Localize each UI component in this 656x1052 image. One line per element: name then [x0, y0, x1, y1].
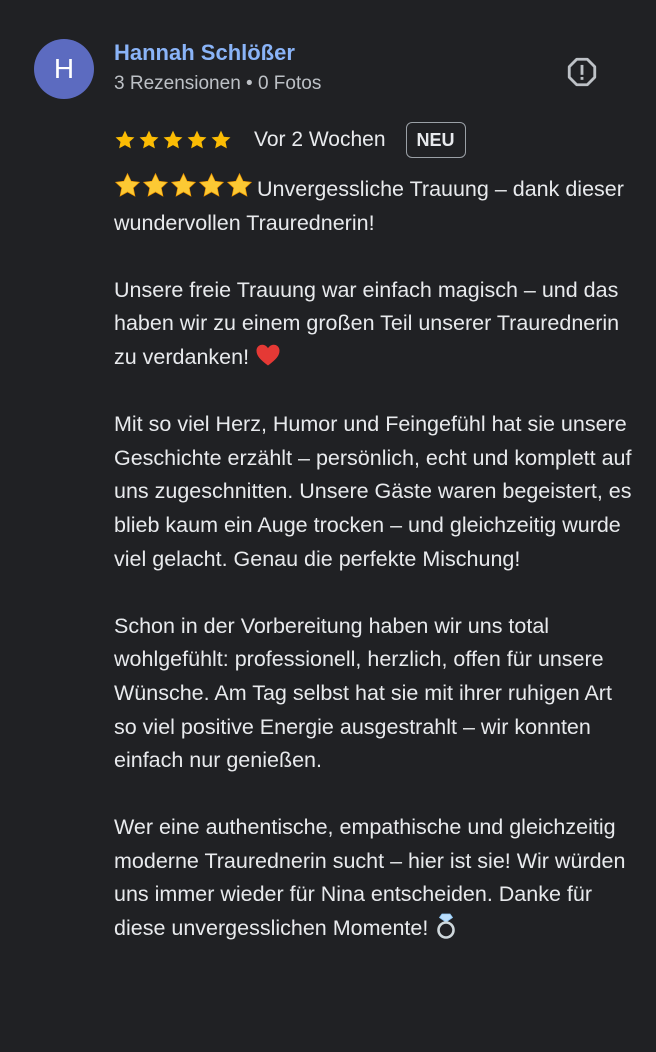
review-paragraph: Unvergessliche Trauung – dank dieser wun… [114, 172, 634, 240]
review-text: Unvergessliche Trauung – dank dieser wun… [114, 172, 634, 946]
review-paragraph-text: Unsere freie Trauung war einfach magisch… [114, 277, 620, 369]
heart-icon [256, 344, 280, 366]
review-paragraph: Schon in der Vorbereitung haben wir uns … [114, 610, 634, 778]
review-paragraph: Unsere freie Trauung war einfach magisch… [114, 274, 634, 375]
review-paragraph-text: Schon in der Vorbereitung haben wir uns … [114, 613, 612, 773]
review-paragraph-text: Mit so viel Herz, Humor und Feingefühl h… [114, 412, 632, 571]
avatar-initial: H [53, 53, 75, 84]
report-button[interactable] [562, 52, 602, 92]
author-name[interactable]: Hannah Schlößer [114, 40, 295, 66]
star-rating [114, 129, 232, 151]
avatar[interactable]: H [34, 39, 94, 99]
author-meta: 3 Rezensionen • 0 Fotos [114, 73, 322, 94]
star-icon [211, 130, 231, 149]
review-date: Vor 2 Wochen [254, 128, 386, 151]
review-paragraph: Wer eine authentische, empathische und g… [114, 811, 634, 945]
star-icon [163, 130, 183, 149]
new-badge: NEU [405, 122, 466, 158]
review-paragraph: Mit so viel Herz, Humor und Feingefühl h… [114, 408, 634, 576]
star-icon [139, 130, 159, 149]
rating-row: Vor 2 Wochen NEU [114, 120, 466, 160]
report-icon [567, 57, 597, 87]
ring-icon [437, 913, 456, 939]
stars-emoji [114, 172, 253, 199]
star-icon [115, 130, 135, 149]
star-icon [187, 130, 207, 149]
review-paragraph-text: Wer eine authentische, empathische und g… [114, 815, 626, 941]
